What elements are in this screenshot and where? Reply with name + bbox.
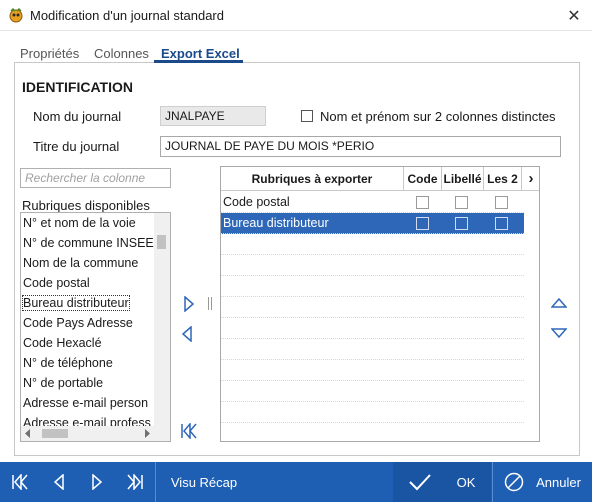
ok-label: OK	[456, 474, 476, 490]
remove-column-icon[interactable]	[181, 326, 193, 342]
table-row-empty	[221, 297, 524, 318]
libelle-checkbox[interactable]	[455, 196, 468, 209]
table-row-empty	[221, 381, 524, 402]
app-icon	[8, 7, 24, 23]
footer-toolbar: Visu Récap OK Annuler	[0, 462, 592, 502]
available-list-vscrollbar[interactable]	[154, 213, 170, 441]
cancel-button[interactable]: Annuler	[493, 462, 592, 502]
cancel-icon	[504, 472, 524, 492]
tab-proprietes[interactable]: Propriétés	[20, 46, 79, 61]
list-item[interactable]: N° de portable	[23, 376, 103, 390]
previous-record-button[interactable]	[40, 462, 78, 502]
cancel-label: Annuler	[536, 474, 581, 490]
next-icon	[92, 474, 103, 490]
nom-journal-field[interactable]: JNALPAYE	[160, 106, 266, 126]
first-record-button[interactable]	[0, 462, 40, 502]
scroll-columns-right-icon[interactable]: ›	[522, 167, 539, 191]
export-columns-grid[interactable]: Rubriques à exporter Code Libellé Les 2 …	[220, 166, 540, 442]
libelle-checkbox[interactable]	[455, 217, 468, 230]
next-record-button[interactable]	[78, 462, 116, 502]
list-item[interactable]: Code Hexaclé	[23, 336, 102, 350]
table-row-empty	[221, 276, 524, 297]
close-icon: ✕	[567, 7, 581, 25]
visu-recap-label: Visu Récap	[170, 474, 238, 490]
add-column-icon[interactable]	[183, 296, 195, 312]
les2-checkbox[interactable]	[495, 196, 508, 209]
nom-journal-label: Nom du journal	[33, 109, 122, 124]
table-row-empty	[221, 255, 524, 276]
les2-checkbox[interactable]	[495, 217, 508, 230]
remove-all-columns-icon[interactable]	[180, 423, 198, 439]
tab-export-excel[interactable]: Export Excel	[161, 46, 240, 61]
window-title: Modification d'un journal standard	[30, 8, 224, 23]
last-icon	[127, 474, 143, 490]
list-item[interactable]: N° de téléphone	[23, 356, 113, 370]
hscroll-thumb[interactable]	[42, 429, 68, 438]
table-row-selected[interactable]: Bureau distributeur	[221, 213, 524, 234]
available-list-hscrollbar[interactable]	[21, 426, 154, 441]
scroll-right-icon[interactable]	[143, 429, 151, 438]
table-row[interactable]: Code postal	[221, 192, 524, 213]
table-row-empty	[221, 360, 524, 381]
title-bar: Modification d'un journal standard ✕	[0, 0, 592, 31]
list-item[interactable]: N° de commune INSEE	[23, 236, 154, 250]
list-item[interactable]: Code postal	[23, 276, 90, 290]
search-column-input[interactable]: Rechercher la colonne	[20, 168, 171, 188]
visu-recap-button[interactable]: Visu Récap	[156, 462, 252, 502]
nom-prenom-checkbox[interactable]	[301, 110, 313, 122]
list-item[interactable]: N° et nom de la voie	[23, 216, 136, 230]
titre-journal-label: Titre du journal	[33, 139, 120, 154]
move-down-icon[interactable]	[551, 328, 567, 339]
checkmark-icon	[408, 474, 431, 491]
previous-icon	[53, 474, 64, 490]
scroll-left-icon[interactable]	[24, 429, 32, 438]
header-les2[interactable]: Les 2	[484, 167, 522, 191]
header-libelle[interactable]: Libellé	[442, 167, 484, 191]
table-row-empty	[221, 402, 524, 423]
splitter-handle[interactable]	[208, 297, 212, 310]
available-columns-list[interactable]: N° et nom de la voie N° de commune INSEE…	[20, 212, 171, 442]
header-rubriques[interactable]: Rubriques à exporter	[221, 167, 404, 191]
row-label: Bureau distributeur	[223, 216, 329, 230]
row-label: Code postal	[223, 195, 290, 209]
section-heading: IDENTIFICATION	[22, 79, 133, 95]
table-row-empty	[221, 234, 524, 255]
available-list-label: Rubriques disponibles	[22, 198, 150, 213]
list-item[interactable]: Adresse e-mail person	[23, 396, 148, 410]
table-row-empty	[221, 318, 524, 339]
code-checkbox[interactable]	[416, 196, 429, 209]
tab-colonnes[interactable]: Colonnes	[94, 46, 149, 61]
list-item[interactable]: Nom de la commune	[23, 256, 138, 270]
code-checkbox[interactable]	[416, 217, 429, 230]
list-item[interactable]: Code Pays Adresse	[23, 316, 133, 330]
last-record-button[interactable]	[116, 462, 154, 502]
list-item-focused[interactable]: Bureau distributeur	[22, 295, 130, 311]
close-button[interactable]: ✕	[556, 0, 592, 31]
table-row-empty	[221, 339, 524, 360]
header-code[interactable]: Code	[404, 167, 442, 191]
move-up-icon[interactable]	[551, 297, 567, 308]
ok-button[interactable]: OK	[393, 462, 491, 502]
vscroll-thumb[interactable]	[157, 235, 166, 249]
titre-journal-field[interactable]: JOURNAL DE PAYE DU MOIS *PERIO	[160, 136, 561, 157]
first-icon	[12, 474, 28, 490]
nom-prenom-label: Nom et prénom sur 2 colonnes distinctes	[320, 109, 556, 124]
